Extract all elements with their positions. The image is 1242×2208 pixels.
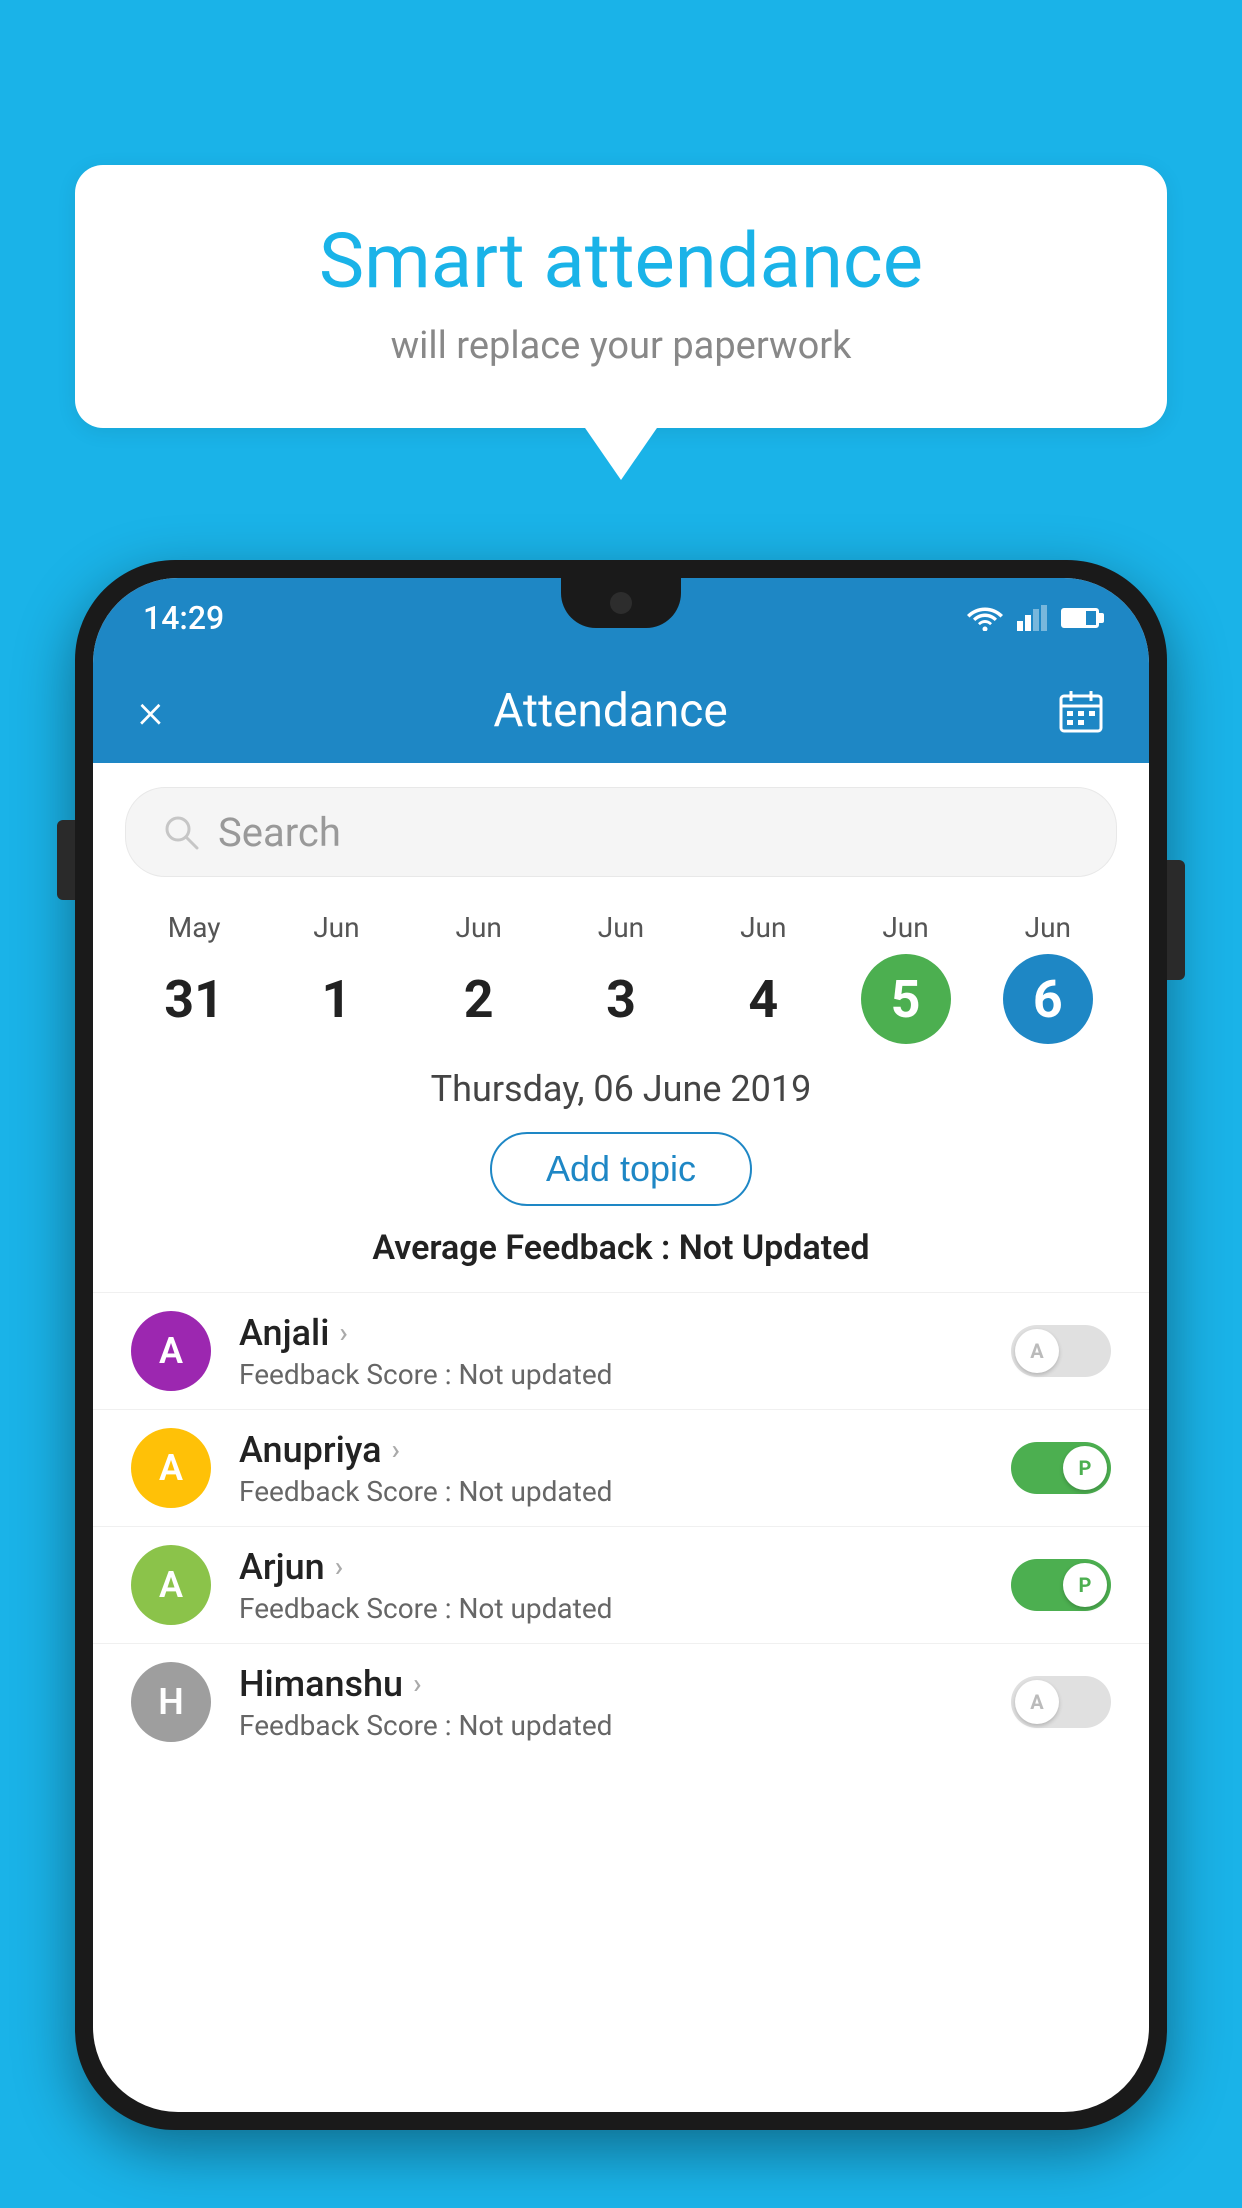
signal-icon — [1017, 605, 1047, 631]
search-icon — [162, 813, 200, 851]
student-info: Arjun › Feedback Score : Not updated — [239, 1546, 983, 1625]
student-name-text: Anupriya — [239, 1429, 382, 1471]
chevron-icon: › — [392, 1433, 400, 1466]
student-item[interactable]: A Arjun › Feedback Score : Not updated P — [93, 1526, 1149, 1643]
notch — [561, 578, 681, 628]
toggle-knob: A — [1015, 1680, 1059, 1724]
score-label: Feedback Score : — [239, 1475, 451, 1508]
student-name-text: Anjali — [239, 1312, 329, 1354]
student-avatar: H — [131, 1662, 211, 1742]
wifi-icon — [967, 605, 1003, 631]
score-value: Not updated — [458, 1592, 612, 1625]
cal-date-label: 31 — [149, 954, 239, 1044]
score-value: Not updated — [458, 1709, 612, 1742]
calendar-day[interactable]: Jun 6 — [977, 911, 1119, 1044]
cal-date-label: 5 — [861, 954, 951, 1044]
score-value: Not updated — [458, 1475, 612, 1508]
search-placeholder: Search — [218, 809, 341, 856]
status-bar: 14:29 — [93, 578, 1149, 658]
selected-date-label: Thursday, 06 June 2019 — [93, 1060, 1149, 1126]
student-list: AAnjali›Feedback Score : Not updatedAAAn… — [93, 1292, 1149, 1760]
bubble-title: Smart attendance — [135, 220, 1107, 304]
add-topic-button[interactable]: Add topic — [490, 1132, 752, 1206]
avg-feedback: Average Feedback : Not Updated — [93, 1228, 1149, 1268]
attendance-toggle[interactable]: P — [1011, 1442, 1111, 1494]
speech-bubble: Smart attendance will replace your paper… — [75, 165, 1167, 428]
cal-month-label: Jun — [1025, 911, 1071, 944]
page-title: Attendance — [493, 684, 727, 738]
chevron-icon: › — [339, 1316, 347, 1349]
student-item[interactable]: H Himanshu › Feedback Score : Not updated A — [93, 1643, 1149, 1760]
toggle-knob: P — [1063, 1446, 1107, 1490]
student-name-text: Himanshu — [239, 1663, 403, 1705]
score-label: Feedback Score : — [239, 1358, 451, 1391]
battery-icon — [1061, 608, 1099, 628]
student-name: Anupriya › — [239, 1429, 983, 1471]
student-avatar: A — [131, 1311, 211, 1391]
score-value: Not updated — [458, 1358, 612, 1391]
student-item[interactable]: A Anjali › Feedback Score : Not updated A — [93, 1292, 1149, 1409]
attendance-toggle[interactable]: P — [1011, 1559, 1111, 1611]
student-score: Feedback Score : Not updated — [239, 1709, 983, 1742]
toggle-knob: A — [1015, 1329, 1059, 1373]
close-button[interactable]: × — [138, 687, 163, 735]
student-item[interactable]: A Anupriya › Feedback Score : Not updated P — [93, 1409, 1149, 1526]
cal-month-label: Jun — [740, 911, 786, 944]
student-avatar: A — [131, 1545, 211, 1625]
attendance-toggle[interactable]: A — [1011, 1325, 1111, 1377]
calendar-day[interactable]: Jun 2 — [408, 911, 550, 1044]
status-time: 14:29 — [143, 599, 224, 637]
calendar-day[interactable]: Jun 5 — [834, 911, 976, 1044]
chevron-icon: › — [335, 1550, 343, 1583]
student-info: Himanshu › Feedback Score : Not updated — [239, 1663, 983, 1742]
calendar-day[interactable]: Jun 1 — [265, 911, 407, 1044]
student-name: Anjali › — [239, 1312, 983, 1354]
cal-date-label: 6 — [1003, 954, 1093, 1044]
phone-mockup: 14:29 — [75, 560, 1167, 2208]
cal-month-label: Jun — [882, 911, 928, 944]
student-score: Feedback Score : Not updated — [239, 1592, 983, 1625]
phone-outer: 14:29 — [75, 560, 1167, 2130]
toggle-knob: P — [1063, 1563, 1107, 1607]
student-score: Feedback Score : Not updated — [239, 1358, 983, 1391]
score-label: Feedback Score : — [239, 1592, 451, 1625]
calendar-icon[interactable] — [1058, 688, 1104, 734]
avg-feedback-label: Average Feedback : — [372, 1228, 670, 1268]
cal-date-label: 1 — [291, 954, 381, 1044]
calendar-strip: May 31 Jun 1 Jun 2 Jun 3 Jun 4 Jun 5 Jun 6 — [93, 901, 1149, 1060]
score-label: Feedback Score : — [239, 1709, 451, 1742]
student-score: Feedback Score : Not updated — [239, 1475, 983, 1508]
student-name: Himanshu › — [239, 1663, 983, 1705]
student-avatar: A — [131, 1428, 211, 1508]
search-bar[interactable]: Search — [125, 787, 1117, 877]
camera — [610, 592, 632, 614]
app-header: × Attendance — [93, 658, 1149, 763]
cal-date-label: 2 — [434, 954, 524, 1044]
calendar-day[interactable]: Jun 3 — [550, 911, 692, 1044]
status-icons — [967, 605, 1099, 631]
attendance-toggle[interactable]: A — [1011, 1676, 1111, 1728]
calendar-day[interactable]: Jun 4 — [692, 911, 834, 1044]
cal-month-label: May — [168, 911, 221, 944]
student-info: Anupriya › Feedback Score : Not updated — [239, 1429, 983, 1508]
avg-feedback-value: Not Updated — [679, 1228, 870, 1268]
phone-inner: 14:29 — [93, 578, 1149, 2112]
cal-month-label: Jun — [598, 911, 644, 944]
student-name-text: Arjun — [239, 1546, 325, 1588]
cal-month-label: Jun — [313, 911, 359, 944]
cal-month-label: Jun — [456, 911, 502, 944]
student-name: Arjun › — [239, 1546, 983, 1588]
cal-date-label: 3 — [576, 954, 666, 1044]
cal-date-label: 4 — [718, 954, 808, 1044]
student-info: Anjali › Feedback Score : Not updated — [239, 1312, 983, 1391]
chevron-icon: › — [413, 1667, 421, 1700]
bubble-subtitle: will replace your paperwork — [135, 324, 1107, 368]
calendar-day[interactable]: May 31 — [123, 911, 265, 1044]
